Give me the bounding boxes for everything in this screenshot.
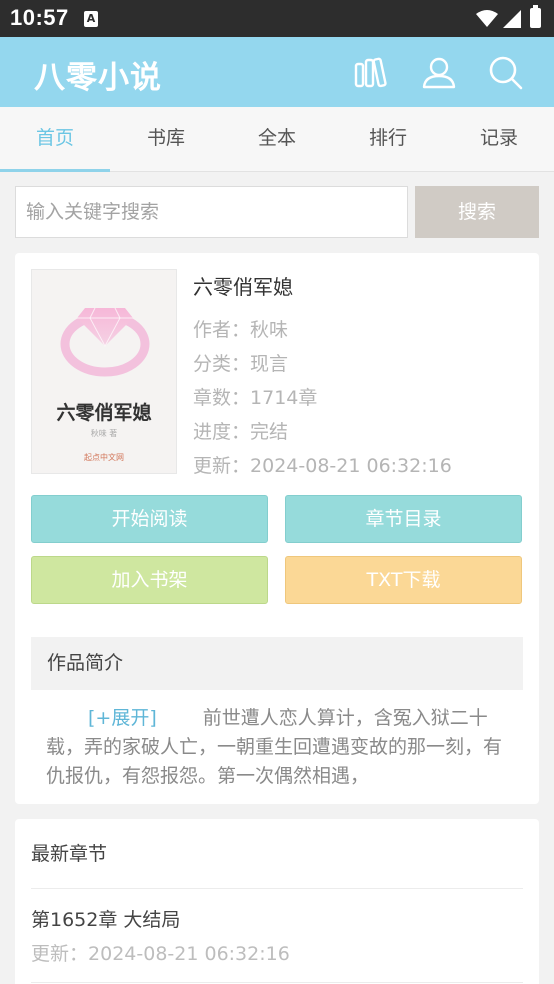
latest-updated-value: 2024-08-21 06:32:16 (88, 943, 290, 965)
notification-icon: A (84, 11, 98, 27)
chapters-label: 章数： (193, 387, 251, 409)
wifi-icon (476, 10, 498, 27)
book-detail-card: 六零俏军媳 秋味 著 起点中文网 六零俏军媳 作者：秋味 分类：现言 章数：17… (15, 253, 539, 804)
tab-home[interactable]: 首页 (0, 107, 110, 172)
cover-publisher: 起点中文网 (84, 453, 124, 462)
category-value: 现言 (250, 353, 289, 375)
status-time: 10:57 (10, 5, 69, 30)
chapter-list-button[interactable]: 章节目录 (285, 495, 522, 543)
updated-value: 2024-08-21 06:32:16 (250, 455, 452, 477)
intro-text: [+展开] 前世遭人恋人算计，含冤入狱二十载，弄的家破人亡，一朝重生回遭遇变故的那… (46, 704, 510, 791)
latest-chapter-card: 最新章节 第1652章 大结局 更新：2024-08-21 06:32:16 (15, 819, 539, 984)
book-progress: 进度：完结 (193, 417, 288, 444)
category-label: 分类： (193, 353, 251, 375)
expand-link[interactable]: [+展开] (88, 707, 157, 729)
tab-library[interactable]: 书库 (111, 107, 221, 171)
latest-chapter-time: 更新：2024-08-21 06:32:16 (31, 939, 290, 966)
book-category: 分类：现言 (193, 349, 288, 376)
diamond-ring-icon (60, 307, 150, 377)
status-bar: 10:57 A (0, 0, 554, 37)
progress-label: 进度： (193, 421, 251, 443)
book-updated: 更新：2024-08-21 06:32:16 (193, 451, 452, 478)
author-value: 秋味 (250, 319, 289, 341)
author-label: 作者： (193, 319, 251, 341)
divider (31, 888, 523, 889)
bookshelf-icon[interactable] (352, 54, 390, 92)
chapters-value: 1714章 (250, 387, 318, 409)
updated-label: 更新： (193, 455, 251, 477)
app-bar: 八零小说 (0, 37, 554, 107)
book-author: 作者：秋味 (193, 315, 288, 342)
book-chapters: 章数：1714章 (193, 383, 317, 410)
add-to-shelf-button[interactable]: 加入书架 (31, 556, 268, 604)
cover-author: 秋味 著 (90, 429, 118, 438)
signal-icon (503, 10, 521, 28)
divider (31, 982, 523, 983)
nav-tabs: 首页 书库 全本 排行 记录 (0, 107, 554, 172)
tab-complete[interactable]: 全本 (222, 107, 332, 171)
start-reading-button[interactable]: 开始阅读 (31, 495, 268, 543)
tab-ranking[interactable]: 排行 (333, 107, 443, 171)
user-icon[interactable] (420, 54, 458, 92)
latest-updated-label: 更新： (31, 943, 89, 965)
book-cover[interactable]: 六零俏军媳 秋味 著 起点中文网 (31, 269, 177, 474)
intro-heading: 作品简介 (31, 637, 523, 690)
battery-icon (530, 5, 541, 28)
search-icon[interactable] (487, 54, 525, 92)
cover-title: 六零俏军媳 (56, 402, 152, 424)
latest-heading: 最新章节 (31, 843, 108, 865)
search-input[interactable] (15, 186, 408, 238)
txt-download-button[interactable]: TXT下载 (285, 556, 522, 604)
progress-value: 完结 (250, 421, 289, 443)
latest-chapter-link[interactable]: 第1652章 大结局 (31, 905, 180, 932)
search-button[interactable]: 搜索 (415, 186, 539, 238)
book-title: 六零俏军媳 (193, 275, 293, 299)
tab-history[interactable]: 记录 (444, 107, 554, 171)
app-logo[interactable]: 八零小说 (34, 52, 162, 97)
